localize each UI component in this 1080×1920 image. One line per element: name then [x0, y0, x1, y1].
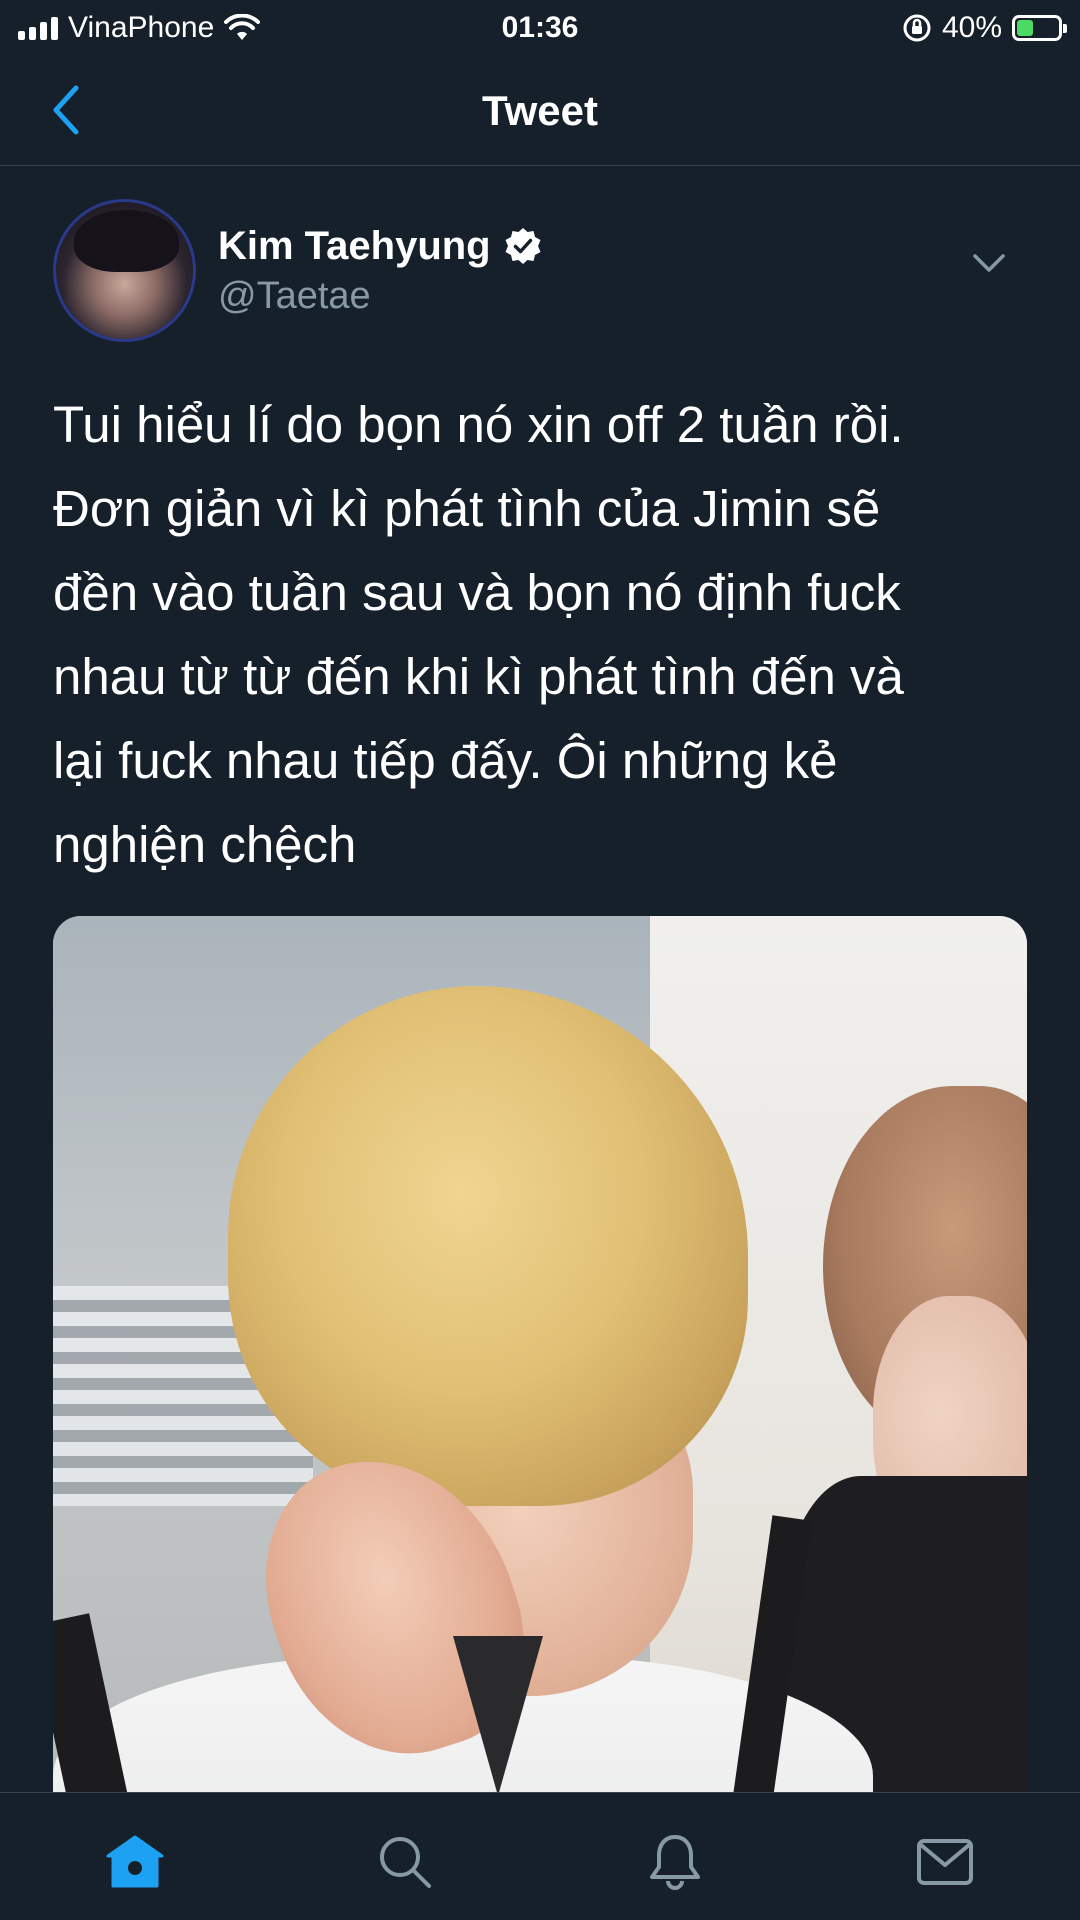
tweet-photo[interactable] — [53, 916, 1027, 1916]
tab-bar — [0, 1792, 1080, 1920]
tweet-author: Kim Taehyung @Taetae — [53, 198, 1027, 343]
messages-icon — [917, 1839, 973, 1885]
tab-search[interactable] — [370, 1827, 440, 1897]
battery-charging-icon — [1012, 15, 1067, 41]
page-title: Tweet — [482, 86, 598, 134]
search-icon — [380, 1837, 431, 1888]
battery-percent: 40% — [941, 11, 1002, 44]
status-bar: VinaPhone 01:36 40% — [0, 0, 1080, 56]
status-left: VinaPhone — [18, 11, 261, 45]
author-text: Kim Taehyung @Taetae — [218, 224, 543, 318]
chevron-down-icon[interactable] — [971, 248, 1007, 278]
notifications-icon — [650, 1835, 700, 1890]
author-name[interactable]: Kim Taehyung — [218, 224, 491, 269]
chevron-left-icon — [53, 85, 79, 135]
tab-messages[interactable] — [910, 1827, 980, 1897]
verified-badge-icon — [505, 228, 541, 264]
orientation-lock-icon — [903, 14, 931, 42]
wifi-icon — [224, 14, 261, 40]
tab-notifications[interactable] — [640, 1827, 710, 1897]
status-right: 40% — [902, 11, 1067, 45]
avatar[interactable] — [53, 199, 196, 342]
home-icon — [106, 1835, 164, 1888]
back-button[interactable] — [40, 82, 90, 138]
tweet: Kim Taehyung @Taetae Tui hiểu lí do bọn … — [53, 198, 1027, 887]
battery-fill — [1017, 20, 1033, 36]
name-row: Kim Taehyung — [218, 224, 543, 269]
signal-icon — [18, 16, 58, 40]
carrier-label: VinaPhone — [68, 11, 215, 44]
tweet-header: Tweet — [0, 56, 1080, 166]
author-handle[interactable]: @Taetae — [218, 275, 543, 318]
tweet-text: Tui hiểu lí do bọn nó xin off 2 tuần rồi… — [53, 396, 904, 873]
tab-home[interactable] — [100, 1827, 170, 1897]
